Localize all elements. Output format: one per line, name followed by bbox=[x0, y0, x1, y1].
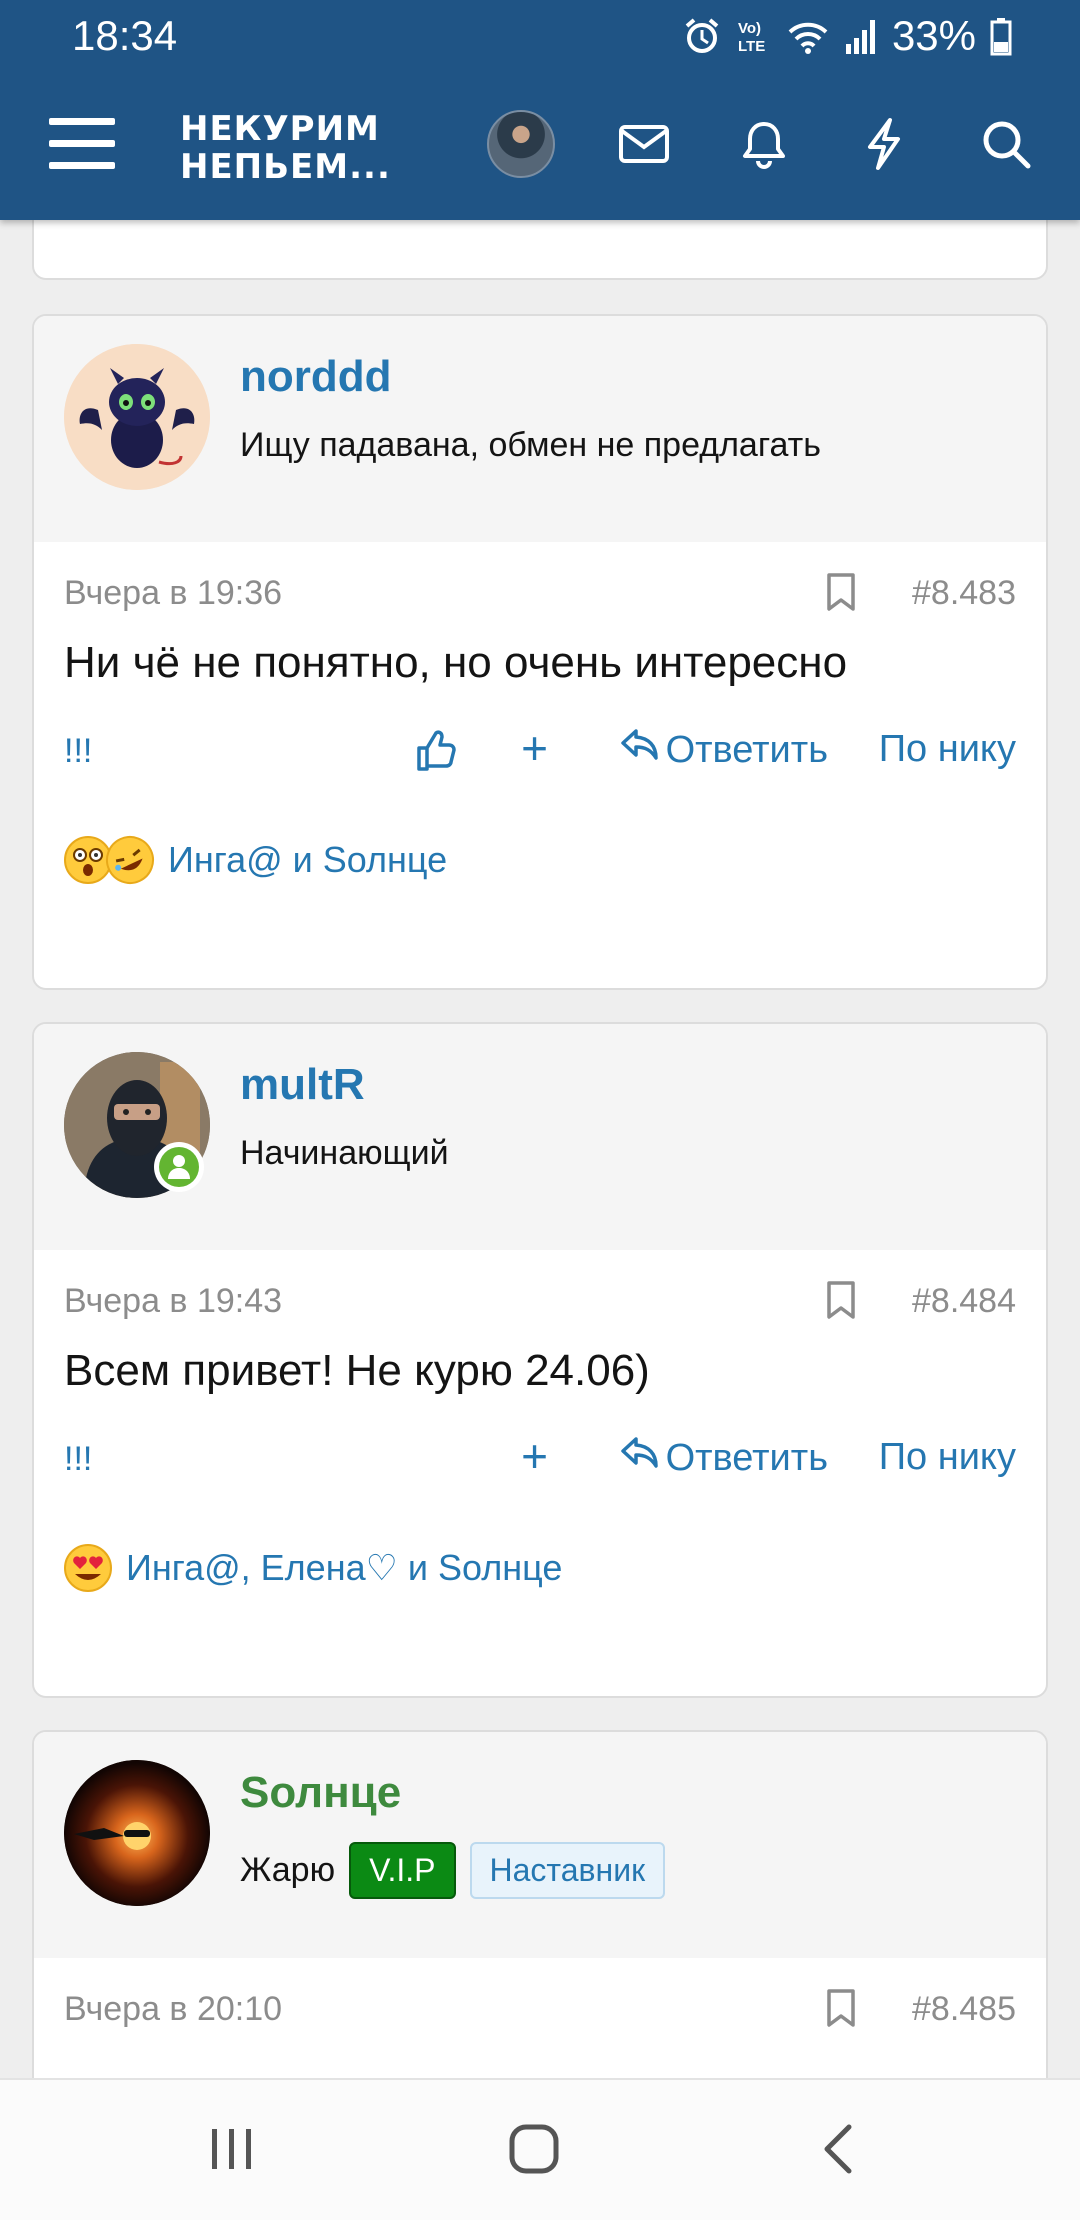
user-title: Ищу падавана, обмен не предлагать bbox=[240, 426, 821, 465]
site-logo[interactable]: НЕКУРИМ НЕПЬЕМ... bbox=[180, 110, 391, 186]
reactions-bar[interactable]: Инга@ и Sолнце bbox=[64, 828, 448, 892]
status-bar: 18:34 Vo) LTE 33% bbox=[0, 0, 1080, 72]
reply-button[interactable]: Ответить bbox=[620, 1436, 828, 1480]
post-user-block: Sолнце Жарю V.I.P Наставник bbox=[34, 1732, 1046, 1958]
search-icon bbox=[981, 119, 1031, 174]
post-date[interactable]: Вчера в 19:43 bbox=[64, 1282, 282, 1321]
post-actions: !!! + Ответить По нику bbox=[64, 724, 1016, 784]
reactions-users: Инга@ и Sолнце bbox=[168, 839, 448, 880]
post-number[interactable]: #8.483 bbox=[912, 574, 1016, 613]
user-title-text: Жарю bbox=[240, 1851, 336, 1889]
recent-apps-button[interactable] bbox=[192, 2116, 272, 2186]
volte-icon: Vo) LTE bbox=[736, 16, 772, 56]
heart-eyes-emoji-icon bbox=[64, 1544, 112, 1592]
home-button[interactable] bbox=[494, 2116, 574, 2186]
app-header: 18:34 Vo) LTE 33% НЕКУРИМ НЕПЬЕМ... bbox=[0, 0, 1080, 220]
lightning-icon bbox=[864, 117, 904, 176]
signal-icon bbox=[844, 16, 878, 56]
multi-quote-button[interactable]: + bbox=[521, 1432, 548, 1480]
post-user-block: norddd Ищу падавана, обмен не предлагать bbox=[34, 316, 1046, 542]
status-icons: Vo) LTE 33% bbox=[682, 12, 1012, 60]
inbox-button[interactable] bbox=[602, 104, 686, 188]
post-card: multR Начинающий Вчера в 19:43 #8.484 Вс… bbox=[32, 1022, 1048, 1698]
reply-label: Ответить bbox=[665, 728, 828, 771]
brand-line-1: НЕКУРИМ bbox=[180, 109, 380, 149]
quote-by-nick-button[interactable]: По нику bbox=[879, 1436, 1016, 1479]
post-number[interactable]: #8.484 bbox=[912, 1282, 1016, 1321]
svg-text:LTE: LTE bbox=[738, 38, 765, 55]
multi-quote-button[interactable]: + bbox=[521, 724, 548, 772]
search-button[interactable] bbox=[964, 104, 1048, 188]
user-title-text: Ищу падавана, обмен не предлагать bbox=[240, 426, 821, 464]
envelope-icon bbox=[618, 124, 670, 169]
report-button[interactable]: !!! bbox=[64, 732, 92, 771]
alerts-button[interactable] bbox=[722, 104, 806, 188]
menu-button[interactable] bbox=[40, 104, 124, 188]
reply-button[interactable]: Ответить bbox=[620, 728, 828, 772]
sunset-avatar-image bbox=[64, 1760, 210, 1906]
avatar[interactable] bbox=[64, 344, 210, 490]
post-message: Всем привет! Не курю 24.06) bbox=[64, 1346, 650, 1395]
bell-icon bbox=[741, 119, 787, 174]
status-time: 18:34 bbox=[72, 12, 178, 59]
wifi-icon bbox=[786, 16, 830, 56]
brand-line-2: НЕПЬЕМ... bbox=[180, 147, 391, 187]
username-link[interactable]: multR bbox=[240, 1060, 365, 1110]
chevron-left-icon bbox=[821, 2123, 855, 2180]
recents-icon bbox=[208, 2125, 256, 2178]
online-status-indicator bbox=[154, 1142, 204, 1192]
post-number[interactable]: #8.485 bbox=[912, 1990, 1016, 2029]
bookmark-icon[interactable] bbox=[826, 1280, 856, 1325]
nav-bar: НЕКУРИМ НЕПЬЕМ... bbox=[0, 72, 1080, 220]
account-avatar[interactable] bbox=[487, 110, 555, 178]
bookmark-icon[interactable] bbox=[826, 572, 856, 617]
quote-by-nick-button[interactable]: По нику bbox=[879, 728, 1016, 771]
thumbs-up-icon bbox=[416, 730, 456, 781]
post-card: norddd Ищу падавана, обмен не предлагать… bbox=[32, 314, 1048, 990]
mentor-badge: Наставник bbox=[469, 1842, 666, 1899]
user-title: Начинающий bbox=[240, 1134, 449, 1173]
post-message: Ни чё не понятно, но очень интересно bbox=[64, 638, 848, 687]
like-button[interactable] bbox=[416, 730, 456, 782]
hamburger-icon bbox=[49, 116, 115, 177]
avatar[interactable] bbox=[64, 1760, 210, 1906]
report-button[interactable]: !!! bbox=[64, 1440, 92, 1479]
reactions-bar[interactable]: Инга@, Елена♡ и Sолнце bbox=[64, 1540, 562, 1596]
post-actions: !!! + Ответить По нику bbox=[64, 1432, 1016, 1492]
user-icon bbox=[168, 1155, 190, 1179]
reply-arrow-icon bbox=[620, 728, 660, 772]
system-nav-bar bbox=[0, 2078, 1080, 2220]
username-link[interactable]: Sолнце bbox=[240, 1768, 401, 1818]
reply-label: Ответить bbox=[665, 1436, 828, 1479]
post-date[interactable]: Вчера в 19:36 bbox=[64, 574, 282, 613]
vip-badge: V.I.P bbox=[349, 1842, 456, 1899]
battery-percent: 33% bbox=[891, 12, 976, 59]
post-date[interactable]: Вчера в 20:10 bbox=[64, 1990, 282, 2029]
alarm-icon bbox=[682, 16, 722, 56]
reply-arrow-icon bbox=[620, 1436, 660, 1480]
home-icon bbox=[508, 2123, 560, 2180]
post-user-block: multR Начинающий bbox=[34, 1024, 1046, 1250]
dragon-avatar-image bbox=[64, 344, 210, 490]
reactions-users: Инга@, Елена♡ и Sолнце bbox=[126, 1547, 563, 1588]
whats-new-button[interactable] bbox=[842, 104, 926, 188]
user-title-text: Начинающий bbox=[240, 1134, 449, 1172]
svg-text:Vo): Vo) bbox=[738, 20, 761, 37]
battery-icon bbox=[990, 16, 1012, 56]
bookmark-icon[interactable] bbox=[826, 1988, 856, 2033]
username-link[interactable]: norddd bbox=[240, 352, 392, 402]
back-button[interactable] bbox=[798, 2116, 878, 2186]
user-title: Жарю V.I.P Наставник bbox=[240, 1842, 666, 1899]
